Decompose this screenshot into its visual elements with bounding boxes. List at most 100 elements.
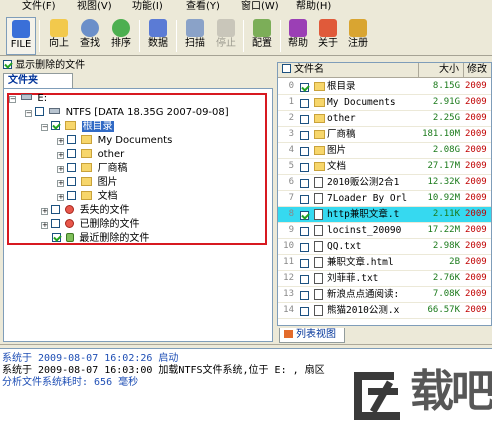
row-checkbox[interactable] bbox=[300, 115, 309, 124]
file-size: 2.98K bbox=[432, 241, 460, 251]
expand-icon[interactable]: + bbox=[41, 208, 48, 215]
file-row[interactable]: 7 7Loader By Orl 10.92M 2009 bbox=[278, 191, 491, 207]
menu-window[interactable]: 窗口(W) bbox=[241, 0, 279, 14]
row-checkbox[interactable] bbox=[300, 291, 309, 300]
file-row[interactable]: 12 刘菲菲.txt 2.76K 2009 bbox=[278, 271, 491, 287]
tree-item-drive[interactable]: − E: bbox=[9, 93, 47, 105]
tree-item-child[interactable]: + 图片 bbox=[57, 177, 118, 189]
help-button[interactable]: 帮助 bbox=[283, 17, 313, 55]
file-row[interactable]: 6 2010贩公测2合1 12.32K 2009 bbox=[278, 175, 491, 191]
expand-icon[interactable]: + bbox=[57, 194, 64, 201]
file-row[interactable]: 3 厂商稿 181.10M 2009 bbox=[278, 127, 491, 143]
toolbar-separator bbox=[280, 20, 281, 52]
tree-checkbox[interactable] bbox=[35, 107, 45, 116]
expand-icon[interactable]: + bbox=[41, 222, 48, 229]
row-checkbox[interactable] bbox=[300, 83, 309, 92]
tree-checkbox[interactable] bbox=[52, 233, 61, 242]
tree-item-lost-files[interactable]: + 丢失的文件 bbox=[41, 205, 130, 217]
tree-checkbox[interactable] bbox=[51, 121, 61, 130]
row-checkbox[interactable] bbox=[300, 195, 309, 204]
column-header-size[interactable]: 大小 bbox=[419, 63, 464, 78]
about-house-icon bbox=[319, 19, 337, 37]
tree-item-child[interactable]: + other bbox=[57, 149, 124, 161]
tree-checkbox[interactable] bbox=[67, 191, 77, 200]
find-button[interactable]: 查找 bbox=[75, 17, 105, 55]
show-deleted-checkbox[interactable]: 显示删除的文件 bbox=[3, 60, 85, 72]
tab-list-view[interactable]: 列表视图 bbox=[279, 328, 345, 343]
file-row[interactable]: 5 文档 27.17M 2009 bbox=[278, 159, 491, 175]
tree-checkbox[interactable] bbox=[67, 135, 77, 144]
select-all-checkbox[interactable] bbox=[282, 64, 291, 73]
menu-view[interactable]: 视图(V) bbox=[77, 0, 112, 14]
row-checkbox[interactable] bbox=[300, 147, 309, 156]
file-list: 文件名 大小 修改 0 根目录 8.15G 2009 1 My Documents 2.91… bbox=[277, 62, 492, 326]
row-checkbox[interactable] bbox=[300, 227, 309, 236]
sort-button[interactable]: 排序 bbox=[106, 17, 136, 55]
menu-function[interactable]: 功能(I) bbox=[132, 0, 163, 14]
row-checkbox[interactable] bbox=[300, 275, 309, 284]
file-row[interactable]: 0 根目录 8.15G 2009 bbox=[278, 79, 491, 95]
row-checkbox[interactable] bbox=[300, 307, 309, 316]
row-checkbox[interactable] bbox=[300, 99, 309, 108]
expand-icon[interactable]: + bbox=[57, 166, 64, 173]
expand-icon[interactable]: + bbox=[57, 180, 64, 187]
about-button[interactable]: 关于 bbox=[313, 17, 343, 55]
row-checkbox[interactable] bbox=[300, 211, 309, 220]
file-modified: 2009 bbox=[465, 145, 487, 155]
tree-checkbox[interactable] bbox=[51, 219, 61, 228]
file-icon bbox=[12, 20, 30, 38]
register-button[interactable]: 注册 bbox=[343, 17, 373, 55]
menu-look[interactable]: 查看(Y) bbox=[186, 0, 220, 14]
config-button[interactable]: 配置 bbox=[247, 17, 277, 55]
column-header-name[interactable]: 文件名 bbox=[278, 63, 419, 78]
data-button[interactable]: 数据 bbox=[143, 17, 173, 55]
tree-item-volume[interactable]: − NTFS [DATA 18.35G 2007-09-08] bbox=[25, 107, 229, 119]
tree-item-root[interactable]: − 根目录 bbox=[41, 121, 114, 133]
tree-item-recent-deleted[interactable]: 最近删除的文件 bbox=[52, 233, 149, 245]
up-button[interactable]: 向上 bbox=[44, 17, 74, 55]
menu-file[interactable]: 文件(F) bbox=[22, 0, 56, 14]
tab-folders[interactable]: 文件夹 bbox=[3, 73, 73, 89]
file-row[interactable]: 10 QQ.txt 2.98K 2009 bbox=[278, 239, 491, 255]
tree-item-child[interactable]: + My Documents bbox=[57, 135, 172, 147]
expand-icon[interactable]: + bbox=[57, 138, 64, 145]
row-checkbox[interactable] bbox=[300, 163, 309, 172]
show-deleted-label: 显示删除的文件 bbox=[15, 60, 86, 71]
row-checkbox[interactable] bbox=[300, 179, 309, 188]
scan-button[interactable]: 扫描 bbox=[180, 17, 210, 55]
stop-button[interactable]: 停止 bbox=[211, 17, 241, 55]
file-size: 2B bbox=[449, 257, 460, 267]
file-name: other bbox=[327, 113, 356, 124]
file-row[interactable]: 2 other 2.25G 2009 bbox=[278, 111, 491, 127]
tree-item-child[interactable]: + 文档 bbox=[57, 191, 118, 203]
file-row[interactable]: 11 兼职文章.html 2B 2009 bbox=[278, 255, 491, 271]
row-checkbox[interactable] bbox=[300, 259, 309, 268]
file-row[interactable]: 9 locinst_20090 17.22M 2009 bbox=[278, 223, 491, 239]
tree-checkbox[interactable] bbox=[67, 149, 77, 158]
show-deleted-check[interactable] bbox=[3, 60, 12, 69]
file-icon bbox=[314, 177, 323, 188]
tree-checkbox[interactable] bbox=[67, 177, 77, 186]
file-button[interactable]: FILE bbox=[6, 17, 36, 55]
folder-tree: − E: − NTFS [DATA 18.35G 2007-09-08] − 根… bbox=[3, 88, 273, 342]
tree-item-label: 文档 bbox=[97, 191, 118, 202]
file-row[interactable]: 8 http兼职文章.t 2.11K 2009 bbox=[278, 207, 491, 223]
collapse-icon[interactable]: − bbox=[25, 110, 32, 117]
file-row[interactable]: 1 My Documents 2.91G 2009 bbox=[278, 95, 491, 111]
tree-checkbox[interactable] bbox=[67, 163, 77, 172]
file-row[interactable]: 14 熊猫2010公测.x 66.57K 2009 bbox=[278, 303, 491, 319]
collapse-icon[interactable]: − bbox=[41, 124, 48, 131]
tree-item-deleted-files[interactable]: + 已删除的文件 bbox=[41, 219, 140, 231]
row-icon-cell bbox=[314, 175, 326, 190]
tree-item-child[interactable]: + 厂商稿 bbox=[57, 163, 128, 175]
row-checkbox[interactable] bbox=[300, 131, 309, 140]
expand-icon[interactable]: + bbox=[57, 152, 64, 159]
row-checkbox[interactable] bbox=[300, 243, 309, 252]
file-row[interactable]: 13 新浪点点通阅读: 7.08K 2009 bbox=[278, 287, 491, 303]
collapse-icon[interactable]: − bbox=[9, 96, 16, 103]
menu-help[interactable]: 帮助(H) bbox=[296, 0, 331, 14]
file-row[interactable]: 4 图片 2.08G 2009 bbox=[278, 143, 491, 159]
tree-checkbox[interactable] bbox=[51, 205, 61, 214]
column-header-modified[interactable]: 修改 bbox=[464, 63, 491, 78]
file-icon bbox=[314, 273, 323, 284]
